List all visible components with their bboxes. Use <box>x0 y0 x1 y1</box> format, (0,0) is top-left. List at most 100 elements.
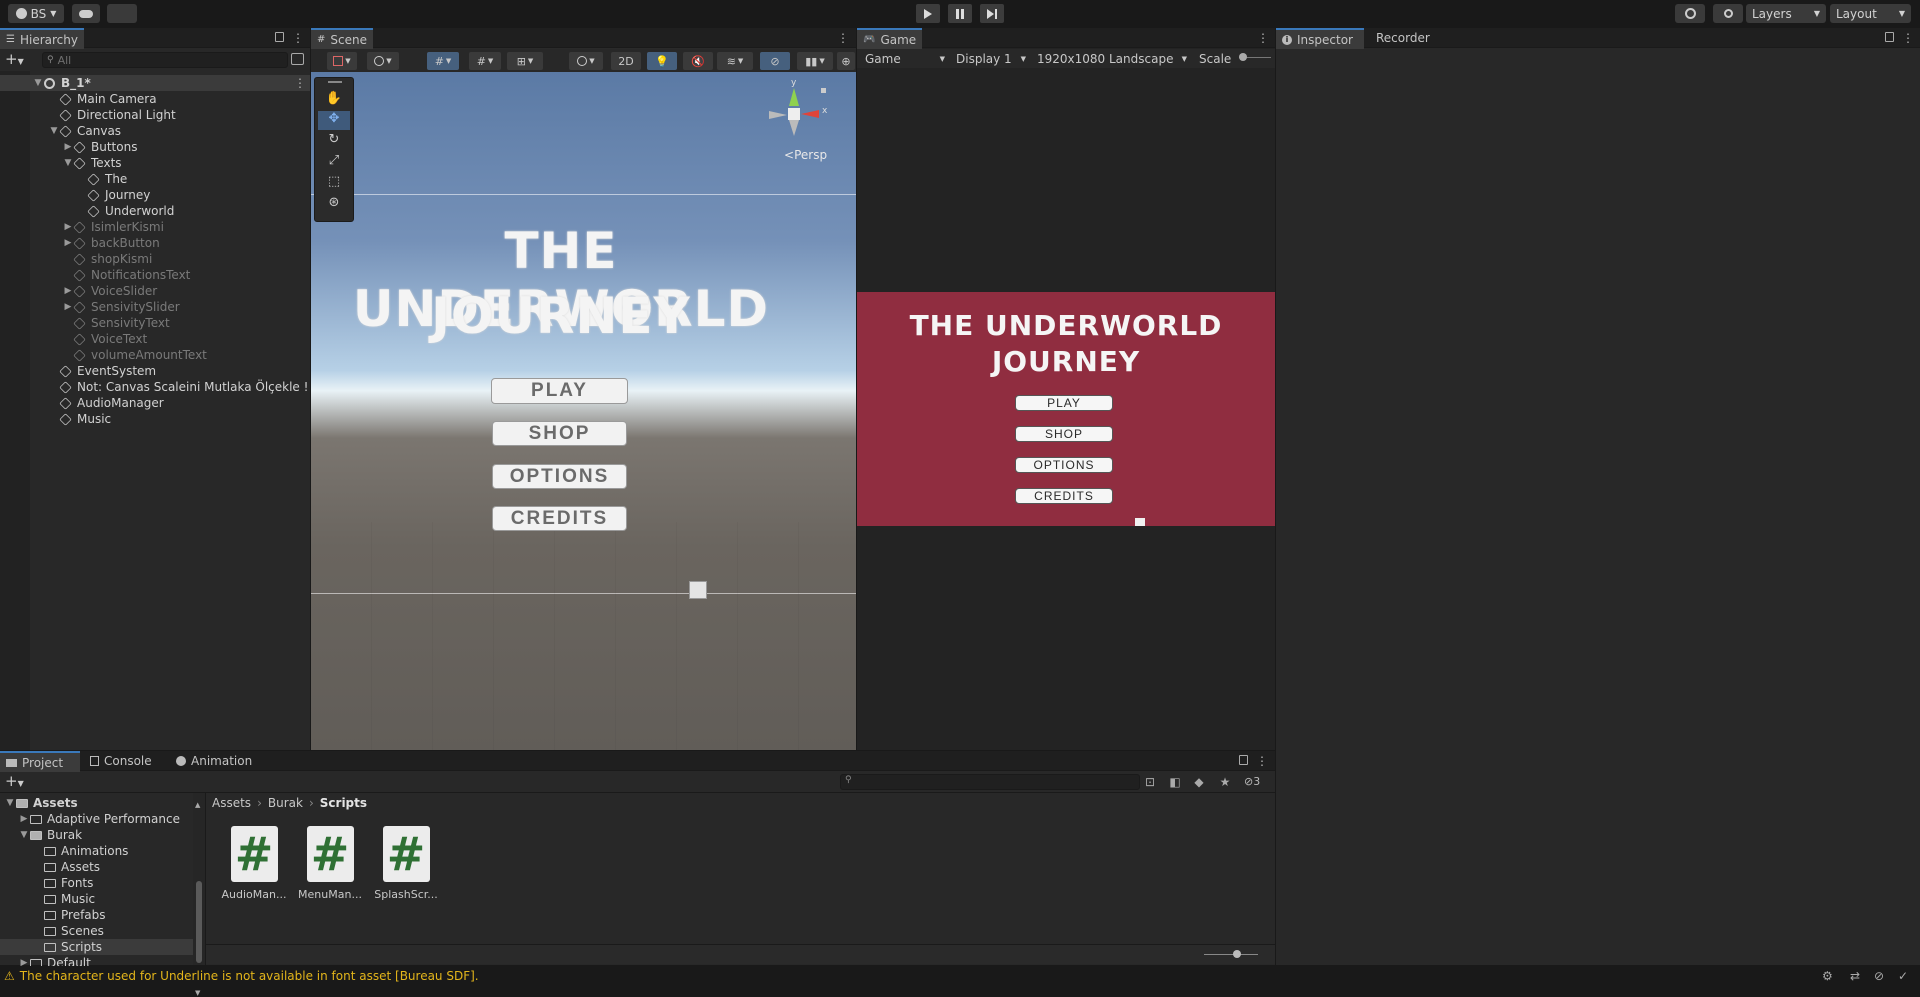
expand-arrow-icon[interactable]: ▼ <box>18 830 30 840</box>
tree-scrollbar[interactable]: ▲ ▼ <box>193 793 205 997</box>
label-icon[interactable]: ◆ <box>1191 775 1207 789</box>
rotate-tool-icon[interactable]: ↻ <box>318 132 350 151</box>
toggle-2d-button[interactable]: 2D <box>611 52 641 70</box>
expand-arrow-icon[interactable]: ▶ <box>62 302 74 312</box>
drag-handle[interactable] <box>328 81 342 83</box>
breadcrumb-scripts[interactable]: Scripts <box>320 796 367 810</box>
pause-button[interactable] <box>948 4 972 23</box>
hierarchy-item[interactable]: The <box>0 171 310 187</box>
game-mode-dropdown[interactable]: Game ▼ <box>861 50 949 67</box>
hierarchy-item[interactable]: Directional Light <box>0 107 310 123</box>
search-options-icon[interactable] <box>291 53 304 65</box>
shading-mode-dropdown[interactable]: ▼ <box>569 52 603 70</box>
lock-icon[interactable] <box>275 32 284 42</box>
collab-button[interactable] <box>107 4 137 23</box>
script-asset[interactable]: # SplashScr... <box>371 826 441 901</box>
project-folder-item[interactable]: ▼ Burak <box>0 827 205 843</box>
more-menu-icon[interactable]: ⋮ <box>1902 31 1914 45</box>
expand-arrow-icon[interactable]: ▶ <box>62 286 74 296</box>
tab-game[interactable]: 🎮 Game <box>857 28 923 49</box>
game-viewport[interactable]: THE UNDERWORLD JOURNEY PLAY SHOP OPTIONS CR… <box>857 292 1275 526</box>
tab-project[interactable]: Project <box>0 751 80 772</box>
icon-size-thumb[interactable] <box>1233 950 1241 958</box>
breadcrumb-assets[interactable]: Assets <box>212 796 251 810</box>
expand-arrow-icon[interactable]: ▼ <box>32 78 44 88</box>
global-dropdown[interactable]: ▼ <box>367 52 399 70</box>
search-button[interactable] <box>1713 4 1743 23</box>
project-folder-item[interactable]: ▶ Adaptive Performance <box>0 811 205 827</box>
audio-toggle[interactable]: 🔇 <box>683 52 713 70</box>
create-asset-button[interactable]: +▼ <box>5 774 33 790</box>
icon-size-slider[interactable] <box>1204 954 1258 955</box>
scene-menu-button-3[interactable]: CREDITS <box>492 506 627 531</box>
scene-visibility-toggle[interactable]: ⊘ <box>760 52 790 70</box>
rect-tool-icon[interactable]: ⬚ <box>318 174 350 193</box>
hidden-packages-toggle[interactable]: ⊘3 <box>1244 775 1260 788</box>
project-folder-item[interactable]: ▼ Assets <box>0 795 205 811</box>
layout-dropdown[interactable]: Layout ▼ <box>1830 4 1911 23</box>
hierarchy-item[interactable]: EventSystem <box>0 363 310 379</box>
hierarchy-item[interactable]: Music <box>0 411 310 427</box>
tab-animation[interactable]: Animation <box>170 751 258 771</box>
cache-icon[interactable]: ⊘ <box>1874 969 1884 983</box>
scene-menu-button-0[interactable]: PLAY <box>491 378 628 404</box>
move-tool-icon[interactable]: ✥ <box>318 111 350 130</box>
breadcrumb-burak[interactable]: Burak <box>268 796 303 810</box>
tree-scroll-thumb[interactable] <box>196 881 202 963</box>
hierarchy-item[interactable]: AudioManager <box>0 395 310 411</box>
hierarchy-item[interactable]: volumeAmountText <box>0 347 310 363</box>
scene-menu-icon[interactable]: ⋮ <box>294 76 306 90</box>
expand-arrow-icon[interactable]: ▶ <box>18 814 30 824</box>
expand-arrow-icon[interactable]: ▶ <box>62 222 74 232</box>
expand-arrow-icon[interactable]: ▼ <box>48 126 60 136</box>
search-by-type-icon[interactable]: ⊡ <box>1142 775 1158 789</box>
expand-arrow-icon[interactable]: ▼ <box>62 158 74 168</box>
script-asset[interactable]: # AudioMan... <box>219 826 289 901</box>
lighting-toggle[interactable]: 💡 <box>647 52 677 70</box>
progress-icon[interactable]: ✓ <box>1898 969 1908 983</box>
game-menu-button-0[interactable]: PLAY <box>1015 395 1113 411</box>
scene-viewport[interactable]: ✋ ✥ ↻ ⤢ ⬚ ⊛ y x <Persp THE UNDERWORLD JO… <box>311 72 856 750</box>
step-button[interactable] <box>980 4 1004 23</box>
status-message[interactable]: The character used for Underline is not … <box>20 969 479 983</box>
project-folder-item[interactable]: Scripts <box>0 939 205 955</box>
hierarchy-item[interactable]: VoiceText <box>0 331 310 347</box>
hierarchy-item[interactable]: NotificationsText <box>0 267 310 283</box>
scroll-down-icon[interactable]: ▼ <box>195 989 200 997</box>
play-button[interactable] <box>916 4 940 23</box>
display-dropdown[interactable]: Display 1 ▼ <box>952 50 1030 67</box>
project-folder-item[interactable]: Assets <box>0 859 205 875</box>
filter-type-icon[interactable]: ◧ <box>1167 775 1183 789</box>
expand-arrow-icon[interactable]: ▶ <box>62 238 74 248</box>
tab-recorder[interactable]: Recorder <box>1370 28 1436 48</box>
tab-scene[interactable]: # Scene <box>311 28 373 49</box>
increment-snap-dropdown[interactable]: ⊞ ▼ <box>507 52 543 70</box>
orientation-gizmo[interactable]: y x <Persp <box>769 78 849 162</box>
expand-arrow-icon[interactable]: ▼ <box>4 798 16 808</box>
camera-dropdown[interactable]: ▮▮ ▼ <box>797 52 833 70</box>
cloud-button[interactable] <box>72 4 100 23</box>
grid-snap-toggle[interactable]: # ▼ <box>427 52 459 70</box>
hierarchy-item[interactable]: ▶ Buttons <box>0 139 310 155</box>
grid-visibility-dropdown[interactable]: # ▼ <box>469 52 501 70</box>
hierarchy-item[interactable]: ▶ VoiceSlider <box>0 283 310 299</box>
hierarchy-item[interactable]: SensivityText <box>0 315 310 331</box>
lock-icon[interactable] <box>1239 755 1248 765</box>
more-menu-icon[interactable]: ⋮ <box>1257 31 1269 45</box>
hierarchy-item[interactable]: ▼ Texts <box>0 155 310 171</box>
project-search-input[interactable]: ⚲ <box>840 774 1140 790</box>
game-menu-button-3[interactable]: CREDITS <box>1015 488 1113 504</box>
add-object-button[interactable]: +▼ <box>5 52 33 68</box>
scene-menu-button-1[interactable]: SHOP <box>492 421 627 446</box>
project-folder-item[interactable]: Animations <box>0 843 205 859</box>
draw-mode-dropdown[interactable]: ▼ <box>327 52 357 70</box>
project-folder-item[interactable]: Fonts <box>0 875 205 891</box>
hierarchy-item[interactable]: ▶ backButton <box>0 235 310 251</box>
transform-tool-icon[interactable]: ⊛ <box>318 195 350 214</box>
favorites-icon[interactable]: ★ <box>1217 775 1233 789</box>
scale-slider-thumb[interactable] <box>1239 53 1247 61</box>
hand-tool-icon[interactable]: ✋ <box>318 91 350 110</box>
game-menu-button-1[interactable]: SHOP <box>1015 426 1113 442</box>
hierarchy-item[interactable]: Main Camera <box>0 91 310 107</box>
hierarchy-item[interactable]: Not: Canvas Scaleini Mutlaka Ölçekle ! <box>0 379 310 395</box>
